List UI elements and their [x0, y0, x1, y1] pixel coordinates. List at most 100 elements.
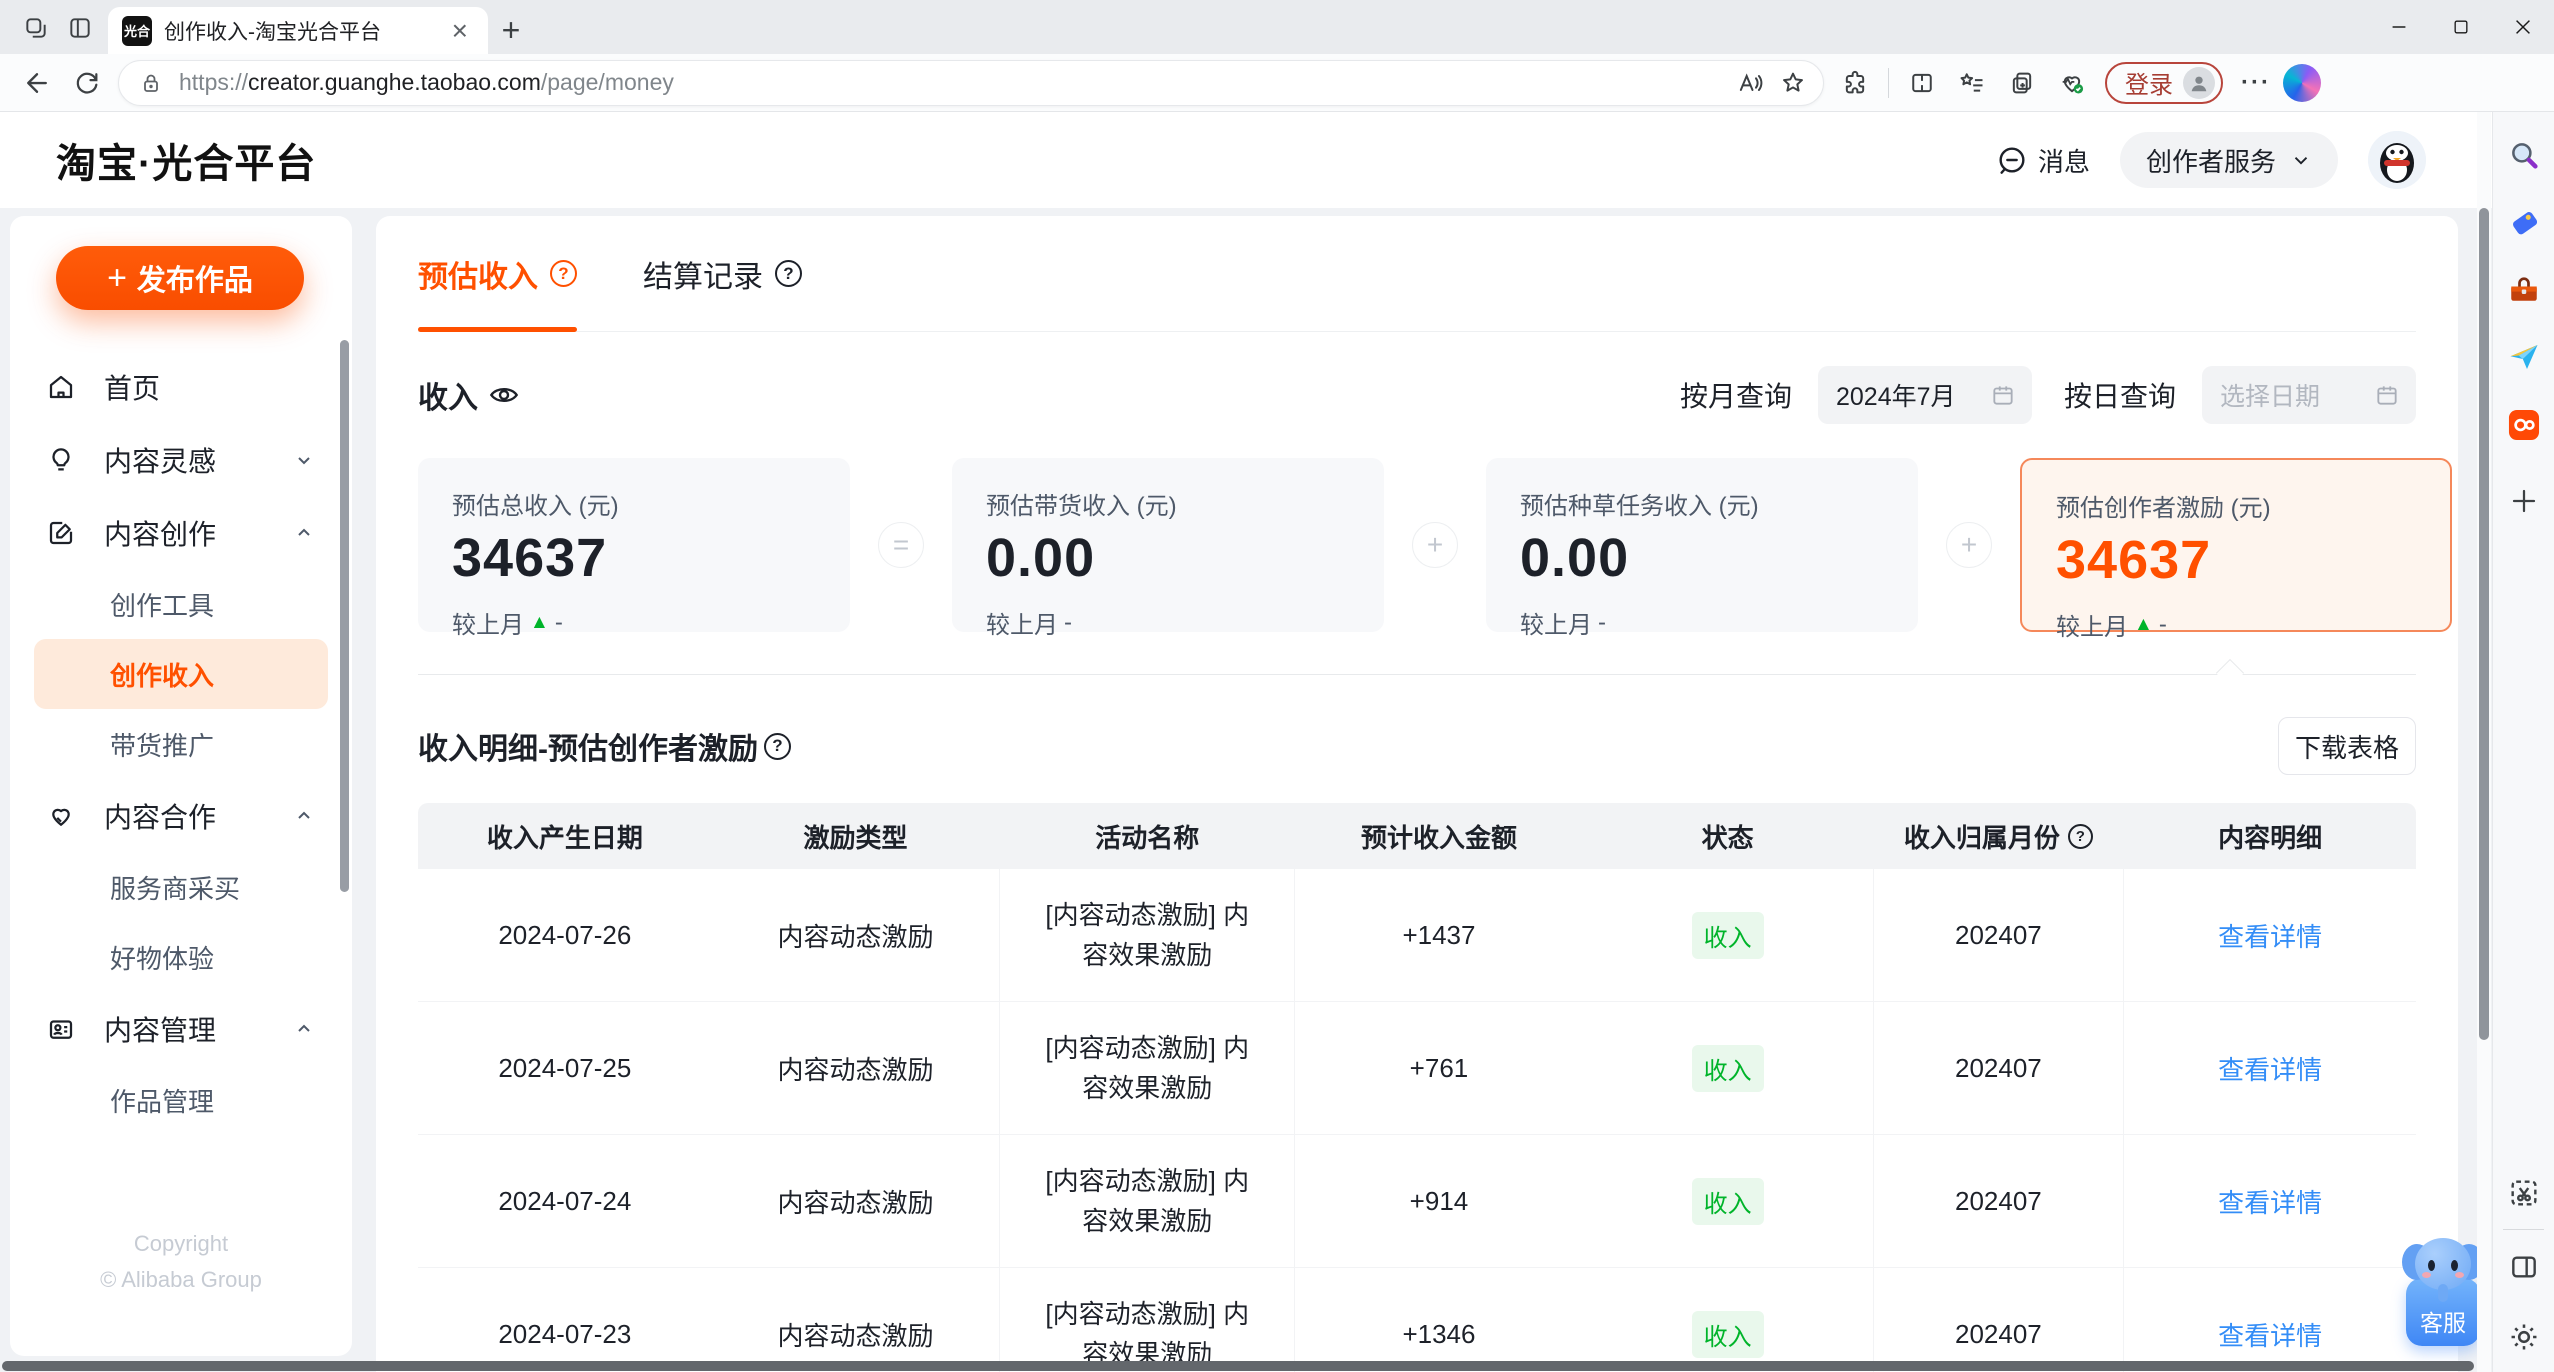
tab-settlement-records[interactable]: 结算记录 ?: [643, 216, 802, 331]
sidebar-item-home[interactable]: 首页: [30, 350, 332, 423]
settings-gear-icon[interactable]: [2503, 1316, 2545, 1358]
sidebar-item-works-management[interactable]: 作品管理: [34, 1065, 328, 1135]
cell-detail: 查看详情: [2124, 1002, 2416, 1134]
card-total-income[interactable]: 预估总收入 (元) 34637 较上月 ▲ -: [418, 458, 850, 639]
cell-amount: +761: [1409, 1052, 1469, 1083]
section-divider: [418, 658, 2416, 688]
close-button[interactable]: [2492, 0, 2554, 54]
collections-icon[interactable]: [1999, 60, 2045, 106]
more-options-icon[interactable]: ···: [2233, 60, 2279, 106]
status-badge: 收入: [1691, 1177, 1764, 1225]
view-details-link[interactable]: 查看详情: [2218, 1316, 2322, 1353]
cell-amount: +914: [1409, 1185, 1469, 1216]
favorites-list-icon[interactable]: [1949, 60, 1995, 106]
tab-estimated-income[interactable]: 预估收入 ?: [418, 216, 577, 332]
sidebar-shopping-icon[interactable]: [2503, 202, 2545, 244]
col-header-detail: 内容明细: [2218, 822, 2323, 853]
col-header-activity: 活动名称: [1095, 822, 1200, 853]
sidebar-scrollbar[interactable]: [340, 340, 349, 892]
browser-essentials-icon[interactable]: [2049, 60, 2095, 106]
cell-type: 内容动态激励: [777, 1054, 934, 1085]
help-icon[interactable]: ?: [550, 260, 577, 287]
cell-status: 收入: [1583, 1135, 1873, 1267]
tab-workspaces-icon[interactable]: [14, 6, 58, 50]
cell-activity: [内容动态激励] 内容效果激励: [999, 869, 1296, 1001]
message-icon: [1999, 147, 2025, 174]
sidebar-item-goods-trial[interactable]: 好物体验: [34, 922, 328, 992]
card-task-income[interactable]: 预估种草任务收入 (元) 0.00 较上月 -: [1486, 458, 1918, 639]
edge-sidebar: [2492, 112, 2554, 1372]
sidebar-panel-icon[interactable]: [2503, 1246, 2545, 1288]
copilot-icon[interactable]: [2283, 63, 2321, 102]
screenshot-icon[interactable]: [2503, 1172, 2545, 1214]
sidebar-item-cooperation[interactable]: 内容合作: [30, 779, 332, 852]
page-scrollbar-track[interactable]: [2477, 112, 2491, 1372]
refresh-icon[interactable]: [64, 60, 110, 106]
messages-button[interactable]: 消息: [1996, 142, 2090, 179]
new-tab-button[interactable]: +: [488, 8, 534, 52]
sidebar-kuaishou-icon[interactable]: [2503, 404, 2545, 446]
extensions-icon[interactable]: [1832, 60, 1878, 106]
sidebar-item-creation[interactable]: 内容创作: [30, 496, 332, 569]
day-query-label: 按日查询: [2063, 381, 2176, 412]
lightbulb-icon: [46, 445, 80, 475]
view-details-link[interactable]: 查看详情: [2218, 1183, 2322, 1220]
sidebar-item-label: 好物体验: [110, 943, 215, 974]
horizontal-scrollbar-thumb[interactable]: [2, 1361, 2474, 1371]
elephant-mascot-icon: [2402, 1236, 2484, 1302]
card-sales-income[interactable]: 预估带货收入 (元) 0.00 较上月 -: [952, 458, 1384, 639]
signin-button[interactable]: 登录: [2105, 61, 2223, 104]
creator-service-menu[interactable]: 创作者服务: [2119, 132, 2338, 188]
cell-month: 202407: [1872, 1135, 2125, 1267]
month-picker-input[interactable]: 2024年7月: [1817, 366, 2032, 424]
help-icon[interactable]: ?: [2067, 823, 2093, 849]
vertical-tabs-icon[interactable]: [58, 6, 102, 50]
sidebar-send-icon[interactable]: [2503, 336, 2545, 378]
maximize-button[interactable]: [2430, 0, 2492, 54]
cell-type: 内容动态激励: [777, 1320, 934, 1351]
sidebar-toolbox-icon[interactable]: [2503, 270, 2545, 312]
sidebar-item-inspiration[interactable]: 内容灵感: [30, 423, 332, 496]
back-icon[interactable]: [14, 60, 60, 106]
split-screen-icon[interactable]: [1899, 60, 1945, 106]
help-icon[interactable]: ?: [764, 732, 791, 760]
address-bar[interactable]: https://creator.guanghe.taobao.com/page/…: [118, 59, 1824, 106]
cell-activity: [内容动态激励] 内容效果激励: [999, 1002, 1296, 1134]
eye-icon[interactable]: [488, 379, 520, 411]
sidebar-search-icon[interactable]: [2503, 134, 2545, 176]
publish-work-label: 发布作品: [136, 265, 253, 297]
date-picker-input[interactable]: 选择日期: [2202, 366, 2416, 424]
main-content: 预估收入 ? 结算记录 ? 收入 按月查询 2024年7月 按日查询 选择日期 …: [376, 216, 2458, 1372]
sidebar-item-management[interactable]: 内容管理: [30, 992, 332, 1065]
url-text: https://creator.guanghe.taobao.com/page/…: [179, 69, 674, 95]
download-table-button[interactable]: 下载表格: [2278, 717, 2416, 775]
page-scrollbar-thumb[interactable]: [2479, 208, 2489, 1040]
publish-work-button[interactable]: + 发布作品: [56, 246, 304, 310]
customer-service-label: 客服: [2420, 1310, 2466, 1336]
status-badge: 收入: [1691, 1310, 1764, 1358]
sidebar-item-creation-income[interactable]: 创作收入: [34, 639, 328, 709]
sidebar-add-icon[interactable]: [2503, 480, 2545, 522]
site-header: 淘宝·光合平台 消息 创作者服务: [0, 112, 2554, 208]
minimize-button[interactable]: [2368, 0, 2430, 54]
card-value: 34637: [452, 528, 608, 588]
card-value: 0.00: [1520, 528, 1630, 588]
tab-close-icon[interactable]: ×: [446, 16, 474, 45]
sidebar-item-label: 内容合作: [104, 801, 217, 833]
cell-status: 收入: [1583, 1002, 1873, 1134]
card-creator-incentive[interactable]: 预估创作者激励 (元) 34637 较上月 ▲ -: [2020, 458, 2452, 641]
help-icon[interactable]: ?: [775, 260, 802, 287]
view-details-link[interactable]: 查看详情: [2218, 1050, 2322, 1087]
browser-tab-active[interactable]: 光合 创作收入-淘宝光合平台 ×: [108, 7, 488, 54]
favorite-star-icon[interactable]: [1771, 61, 1815, 105]
col-header-amount: 预计收入金额: [1360, 822, 1517, 853]
plus-icon: +: [107, 258, 127, 297]
month-value: 2024年7月: [1835, 383, 1956, 411]
sidebar-item-promotion[interactable]: 带货推广: [34, 709, 328, 779]
chevron-down-icon: [2294, 157, 2308, 165]
qq-avatar[interactable]: [2368, 131, 2426, 189]
view-details-link[interactable]: 查看详情: [2218, 917, 2322, 954]
sidebar-item-service-purchase[interactable]: 服务商采买: [34, 852, 328, 922]
read-aloud-icon[interactable]: [1727, 61, 1771, 105]
sidebar-item-creation-tools[interactable]: 创作工具: [34, 569, 328, 639]
